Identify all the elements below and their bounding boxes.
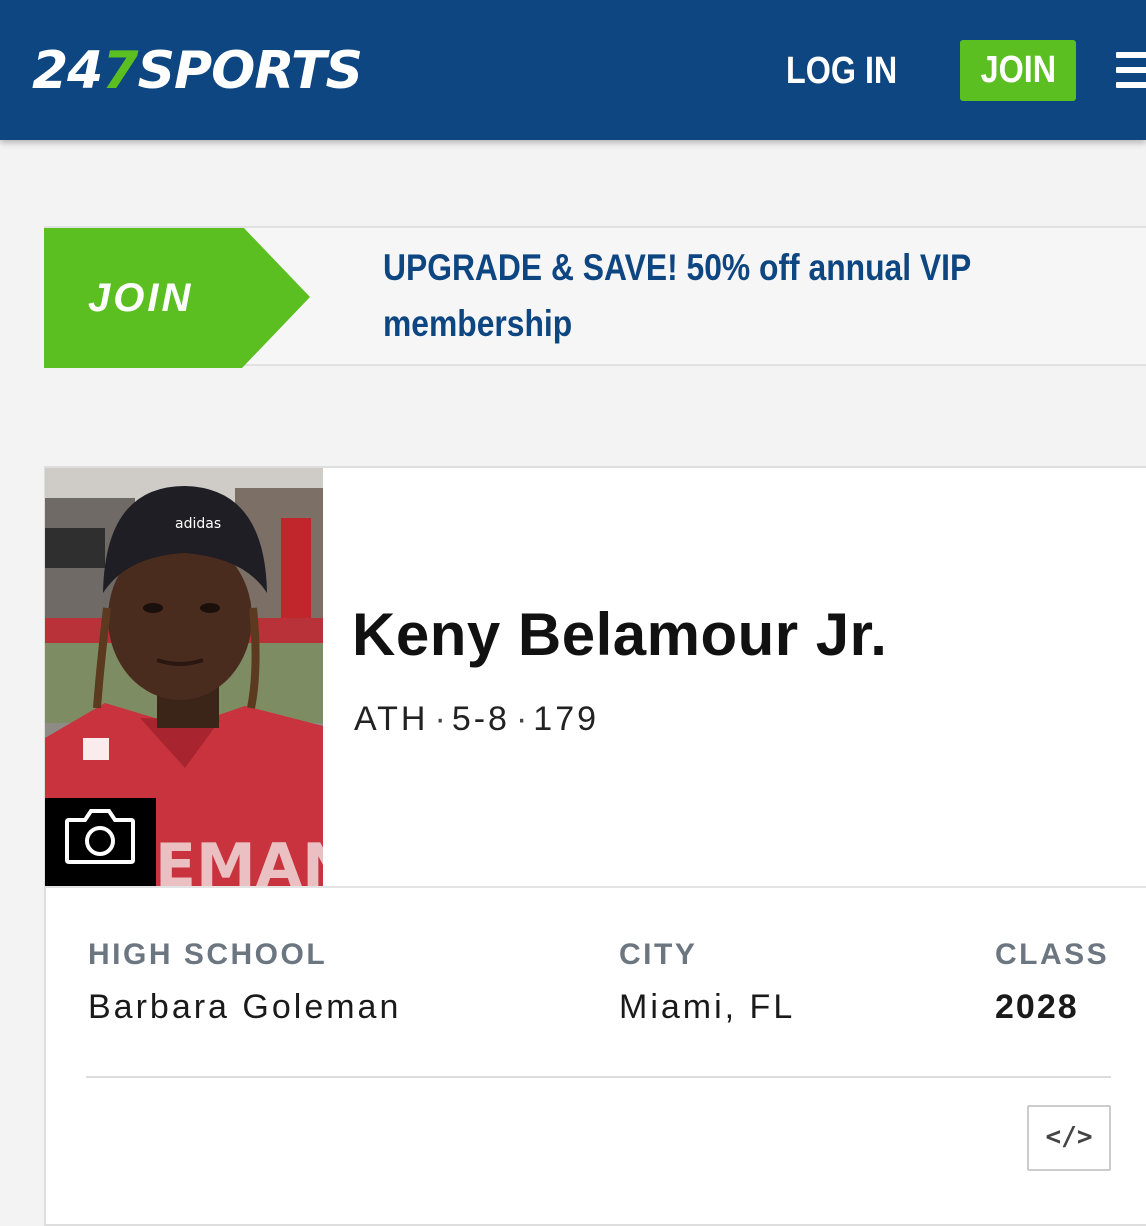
site-logo[interactable]: 247SPORTS bbox=[32, 36, 363, 106]
city-label: CITY bbox=[619, 938, 698, 971]
player-name: Keny Belamour Jr. bbox=[352, 601, 888, 668]
card-divider bbox=[323, 886, 1146, 888]
city-value: Miami, FL bbox=[619, 988, 796, 1026]
class-label: CLASS bbox=[995, 938, 1110, 971]
camera-button[interactable] bbox=[45, 798, 156, 886]
svg-text:adidas: adidas bbox=[175, 516, 221, 532]
promo-text[interactable]: UPGRADE & SAVE! 50% off annual VIP membe… bbox=[383, 240, 1083, 352]
logo-seven: 7 bbox=[102, 41, 138, 101]
promo-line-2: membership bbox=[383, 303, 573, 344]
camera-icon bbox=[65, 809, 135, 864]
promo-join-label: JOIN bbox=[88, 276, 194, 320]
high-school-value[interactable]: Barbara Goleman bbox=[88, 988, 401, 1027]
promo-line-1: UPGRADE & SAVE! 50% off annual VIP bbox=[383, 247, 972, 288]
class-value: 2028 bbox=[995, 988, 1079, 1026]
embed-code-button[interactable]: </> bbox=[1027, 1105, 1111, 1171]
embed-code-icon: </> bbox=[1045, 1122, 1093, 1152]
high-school-label: HIGH SCHOOL bbox=[88, 938, 328, 971]
svg-text:EMAN: EMAN bbox=[155, 831, 323, 886]
top-navigation-bar: 247SPORTS LOG IN JOIN bbox=[0, 0, 1146, 140]
player-weight: 179 bbox=[533, 700, 600, 738]
separator-dot: · bbox=[434, 700, 446, 738]
logo-prefix: 24 bbox=[32, 41, 103, 101]
player-height: 5-8 bbox=[451, 700, 510, 738]
player-position: ATH bbox=[354, 700, 429, 738]
join-button[interactable]: JOIN bbox=[960, 40, 1076, 101]
join-button-label: JOIN bbox=[980, 49, 1056, 91]
logo-suffix: SPORTS bbox=[137, 41, 363, 101]
photo-divider bbox=[45, 886, 323, 888]
login-link[interactable]: LOG IN bbox=[786, 46, 897, 96]
hamburger-menu-icon[interactable] bbox=[1116, 48, 1146, 92]
player-attributes: ATH · 5-8 · 179 bbox=[354, 700, 599, 739]
info-divider bbox=[86, 1076, 1111, 1078]
separator-dot: · bbox=[515, 700, 528, 738]
